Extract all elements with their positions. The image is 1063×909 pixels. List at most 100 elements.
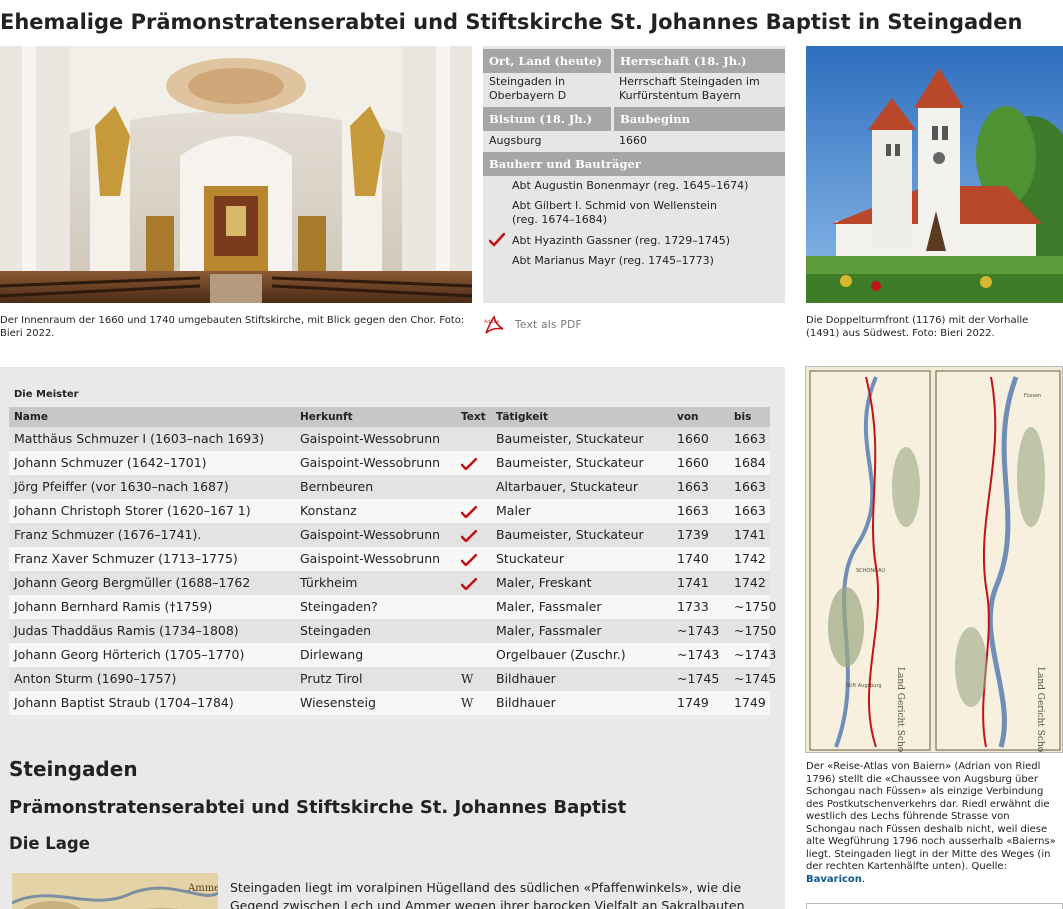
cell-herkunft: Prutz Tirol	[300, 671, 363, 686]
cell-name: Johann Georg Bergmüller (1688–1762	[14, 575, 251, 590]
table-row[interactable]: Johann Georg Hörterich (1705–1770) Dirlew…	[9, 643, 776, 667]
cell-von: ~1743	[677, 623, 720, 638]
historic-map[interactable]: Land Gericht Schongau Land Gericht Schon…	[805, 366, 1063, 753]
cell-name: Franz Xaver Schmuzer (1713–1775)	[14, 551, 238, 566]
bauherr-label: Bauherr und Bauträger	[483, 152, 785, 176]
cell-taetigkeit: Bildhauer	[496, 671, 556, 686]
cell-von: 1741	[677, 575, 709, 590]
cell-herkunft: Gaispoint-Wessobrunn	[300, 455, 441, 470]
church-photo[interactable]	[806, 46, 1063, 303]
text-checkmark-icon	[461, 458, 477, 470]
ort-value: Steingaden in Oberbayern D	[489, 75, 567, 102]
cell-name: Anton Sturm (1690–1757)	[14, 671, 177, 686]
cell-text[interactable]: W	[461, 691, 473, 715]
map-caption: Der «Reise-Atlas von Baiern» (Adrian von…	[806, 761, 1058, 886]
column-header-text[interactable]: Text	[461, 407, 486, 427]
bauherr-item-checked[interactable]: Abt Hyazinth Gassner (reg. 1729–1745)	[512, 234, 730, 248]
church-photo-caption: Die Doppelturmfront (1176) mit der Vorha…	[806, 315, 1029, 339]
table-row[interactable]: Johann Baptist Straub (1704–1784) Wiesens…	[9, 691, 770, 715]
column-header-herkunft[interactable]: Herkunft	[300, 407, 353, 427]
cell-bis: 1742	[734, 575, 766, 590]
page-title: Ehemalige Prämonstratenserabtei und Stif…	[0, 10, 1023, 34]
cell-taetigkeit: Baumeister, Stuckateur	[496, 431, 644, 446]
interior-photo[interactable]	[0, 46, 472, 303]
cell-von: ~1745	[677, 671, 720, 686]
cell-bis: ~1745	[734, 671, 777, 686]
church-photo-image	[806, 46, 1063, 303]
text-checkmark-icon	[461, 554, 477, 566]
cell-bis: 1741	[734, 527, 766, 542]
cell-herkunft: Gaispoint-Wessobrunn	[300, 551, 441, 566]
cell-von: 1660	[677, 431, 709, 446]
baubeginn-label: Baubeginn	[614, 107, 785, 131]
cell-herkunft: Konstanz	[300, 503, 357, 518]
cell-name: Johann Christoph Storer (1620–167 1)	[14, 503, 251, 518]
bauherr-item[interactable]: Abt Gilbert I. Schmid von Wellenstein (r…	[512, 199, 742, 227]
cell-von: 1740	[677, 551, 709, 566]
table-row[interactable]: Judas Thaddäus Ramis (1734–1808) Steingad…	[9, 619, 776, 643]
masters-title: Die Meister	[14, 389, 79, 400]
next-image-frame	[806, 903, 1063, 909]
cell-herkunft: Gaispoint-Wessobrunn	[300, 431, 441, 446]
cell-bis: 1663	[734, 503, 766, 518]
pdf-icon: Adobe	[484, 315, 504, 334]
map-label: Füssen	[1024, 393, 1041, 399]
table-row[interactable]: Johann Bernhard Ramis (†1759) Steingaden?…	[9, 595, 776, 619]
bistum-value: Augsburg	[489, 134, 542, 147]
cell-bis: 1742	[734, 551, 766, 566]
table-row[interactable]: Franz Xaver Schmuzer (1713–1775) Gaispoin…	[9, 547, 770, 571]
cell-bis: ~1750	[734, 623, 777, 638]
map-label: Land Gericht Schongau	[1035, 667, 1045, 753]
cell-herkunft: Wiesensteig	[300, 695, 376, 710]
column-header-von[interactable]: von	[677, 407, 699, 427]
cell-taetigkeit: Baumeister, Stuckateur	[496, 527, 644, 542]
section-heading-lage: Die Lage	[9, 834, 90, 853]
table-row[interactable]: Matthäus Schmuzer I (1603–nach 1693) Gais…	[9, 427, 770, 451]
interior-photo-caption: Der Innenraum der 1660 und 1740 umgebaut…	[0, 315, 465, 339]
map-label: Land Gericht Schongau	[895, 667, 905, 753]
text-checkmark-icon	[461, 530, 477, 542]
cell-herkunft: Bernbeuren	[300, 479, 374, 494]
article-subtitle: Prämonstratenserabtei und Stiftskirche S…	[9, 797, 627, 818]
bauherr-item[interactable]: Abt Augustin Bonenmayr (reg. 1645–1674)	[512, 179, 748, 193]
cell-von: 1749	[677, 695, 709, 710]
text-w-icon: W	[461, 696, 474, 710]
masters-table: Name Herkunft Text Tätigkeit von bis Mat…	[9, 407, 776, 715]
map-caption-text: Der «Reise-Atlas von Baiern» (Adrian von…	[806, 761, 1056, 872]
cell-von: 1739	[677, 527, 709, 542]
cell-herkunft: Gaispoint-Wessobrunn	[300, 527, 441, 542]
cell-name: Johann Schmuzer (1642–1701)	[14, 455, 207, 470]
cell-bis: ~1750	[734, 599, 777, 614]
table-row[interactable]: Johann Georg Bergmüller (1688–1762 Türkhe…	[9, 571, 770, 595]
cell-taetigkeit: Maler, Fassmaler	[496, 599, 602, 614]
column-header-taetigkeit[interactable]: Tätigkeit	[496, 407, 548, 427]
masters-panel: Die Meister Name Herkunft Text Tätigkeit…	[0, 367, 785, 909]
pdf-link-label[interactable]: Text als PDF	[515, 319, 582, 331]
cell-taetigkeit: Maler, Freskant	[496, 575, 592, 590]
table-row[interactable]: Johann Christoph Storer (1620–167 1) Kons…	[9, 499, 770, 523]
cell-text[interactable]: W	[461, 667, 473, 691]
info-panel: Ort, Land (heute) Herrschaft (18. Jh.) S…	[483, 46, 785, 303]
cell-von: 1663	[677, 479, 709, 494]
map-thumbnail[interactable]: Ammer	[12, 873, 218, 909]
cell-herkunft: Dirlewang	[300, 647, 364, 662]
cell-von: ~1743	[677, 647, 720, 662]
cell-name: Jörg Pfeiffer (vor 1630–nach 1687)	[14, 479, 229, 494]
column-header-name[interactable]: Name	[14, 407, 48, 427]
pdf-link[interactable]: Adobe Text als PDF	[483, 315, 582, 335]
map-source-link[interactable]: Bavaricon	[806, 874, 862, 885]
bauherr-item[interactable]: Abt Marianus Mayr (reg. 1745–1773)	[512, 254, 714, 268]
column-header-bis[interactable]: bis	[734, 407, 751, 427]
cell-herkunft: Steingaden	[300, 623, 372, 638]
table-row[interactable]: Anton Sturm (1690–1757) Prutz Tirol W Bildh…	[9, 667, 776, 691]
article-place-heading: Steingaden	[9, 757, 138, 781]
cell-von: 1660	[677, 455, 709, 470]
baubeginn-value: 1660	[619, 134, 647, 147]
table-header-row: Name Herkunft Text Tätigkeit von bis	[9, 407, 770, 427]
table-row[interactable]: Franz Schmuzer (1676–1741). Gaispoint-Wes…	[9, 523, 770, 547]
cell-bis: 1684	[734, 455, 766, 470]
table-row[interactable]: Jörg Pfeiffer (vor 1630–nach 1687) Bernbe…	[9, 475, 770, 499]
cell-bis: 1749	[734, 695, 766, 710]
table-row[interactable]: Johann Schmuzer (1642–1701) Gaispoint-Wes…	[9, 451, 770, 475]
cell-von: 1663	[677, 503, 709, 518]
